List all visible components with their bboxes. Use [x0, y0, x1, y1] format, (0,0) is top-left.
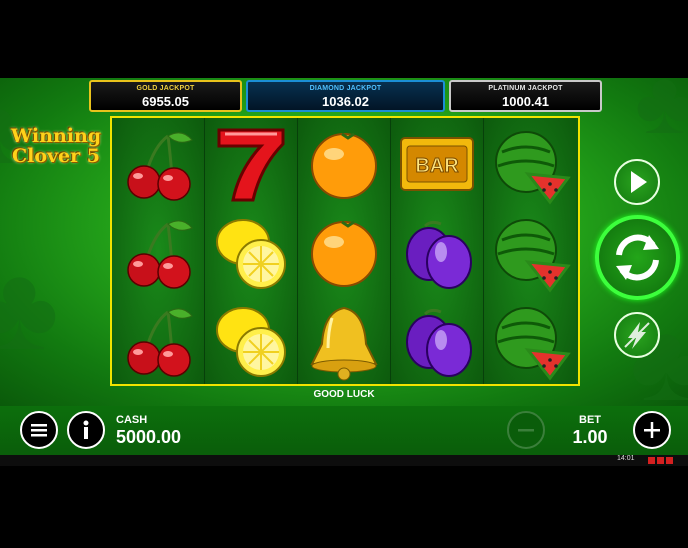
watermelon-icon — [488, 122, 572, 206]
gold-jackpot-label: GOLD JACKPOT — [136, 85, 195, 92]
diamond-jackpot-label: DIAMOND JACKPOT — [309, 85, 382, 92]
decrease-bet-button[interactable] — [507, 411, 545, 449]
logo-line-1: Winning — [10, 125, 102, 147]
spin-button[interactable] — [595, 215, 680, 300]
orange-icon — [302, 210, 386, 294]
game-logo: Winning Clover 5 — [6, 126, 106, 166]
platinum-jackpot-label: PLATINUM JACKPOT — [488, 85, 563, 92]
play-icon — [631, 171, 647, 193]
orange-icon — [302, 122, 386, 206]
status-strip: 14:01 — [0, 455, 688, 466]
cash-value: 5000.00 — [116, 427, 182, 447]
reel-5 — [484, 118, 576, 384]
turbo-lightning-icon — [624, 322, 650, 349]
game-screen: ♣ ♣ ♣ ♣ GOLD JACKPOT 6955.05 DIAMOND JAC… — [0, 0, 688, 548]
reel-2 — [205, 118, 297, 384]
reel-3 — [298, 118, 390, 384]
svg-text:BAR: BAR — [415, 155, 459, 177]
minus-icon — [518, 429, 534, 432]
status-message: GOOD LUCK — [313, 389, 375, 400]
game-area: ♣ ♣ ♣ ♣ GOLD JACKPOT 6955.05 DIAMOND JAC… — [0, 78, 688, 406]
reel-1 — [112, 118, 204, 384]
watermelon-icon — [488, 210, 572, 294]
plum-icon — [395, 298, 479, 382]
turbo-button[interactable] — [614, 312, 660, 358]
platinum-jackpot-value: 1000.41 — [502, 94, 549, 109]
plum-icon — [395, 210, 479, 294]
bet-label: BET — [579, 414, 601, 426]
menu-button[interactable] — [20, 411, 58, 449]
lemon-icon — [209, 210, 293, 294]
reel-4: BAR — [391, 118, 483, 384]
increase-bet-button[interactable] — [633, 411, 671, 449]
gold-jackpot: GOLD JACKPOT 6955.05 — [89, 80, 242, 112]
platinum-jackpot: PLATINUM JACKPOT 1000.41 — [449, 80, 602, 112]
clover-decoration-icon: ♣ — [635, 78, 688, 153]
autoplay-button[interactable] — [614, 159, 660, 205]
lemon-icon — [209, 298, 293, 382]
cherry-icon — [116, 210, 200, 294]
cherry-icon — [116, 298, 200, 382]
cash-label: CASH — [116, 414, 148, 426]
provider-logo-icon — [648, 457, 673, 464]
plus-icon — [644, 422, 660, 438]
clock: 14:01 — [617, 455, 635, 462]
bottom-control-bar: CASH 5000.00 BET 1.00 — [0, 406, 688, 455]
info-icon — [83, 420, 89, 439]
reel-grid: BAR — [110, 116, 580, 386]
gold-jackpot-value: 6955.05 — [142, 94, 189, 109]
bet-value: 1.00 — [572, 427, 608, 447]
menu-icon — [31, 424, 47, 437]
bell-icon — [302, 298, 386, 382]
bar-icon: BAR — [395, 122, 479, 206]
watermelon-icon — [488, 298, 572, 382]
clover-decoration-icon: ♣ — [0, 241, 59, 375]
cherry-icon — [116, 122, 200, 206]
diamond-jackpot-value: 1036.02 — [322, 94, 369, 109]
info-button[interactable] — [67, 411, 105, 449]
diamond-jackpot: DIAMOND JACKPOT 1036.02 — [246, 80, 445, 112]
spin-arrows-icon — [616, 234, 659, 281]
seven-icon — [209, 122, 293, 206]
logo-line-2: Clover 5 — [12, 145, 100, 167]
